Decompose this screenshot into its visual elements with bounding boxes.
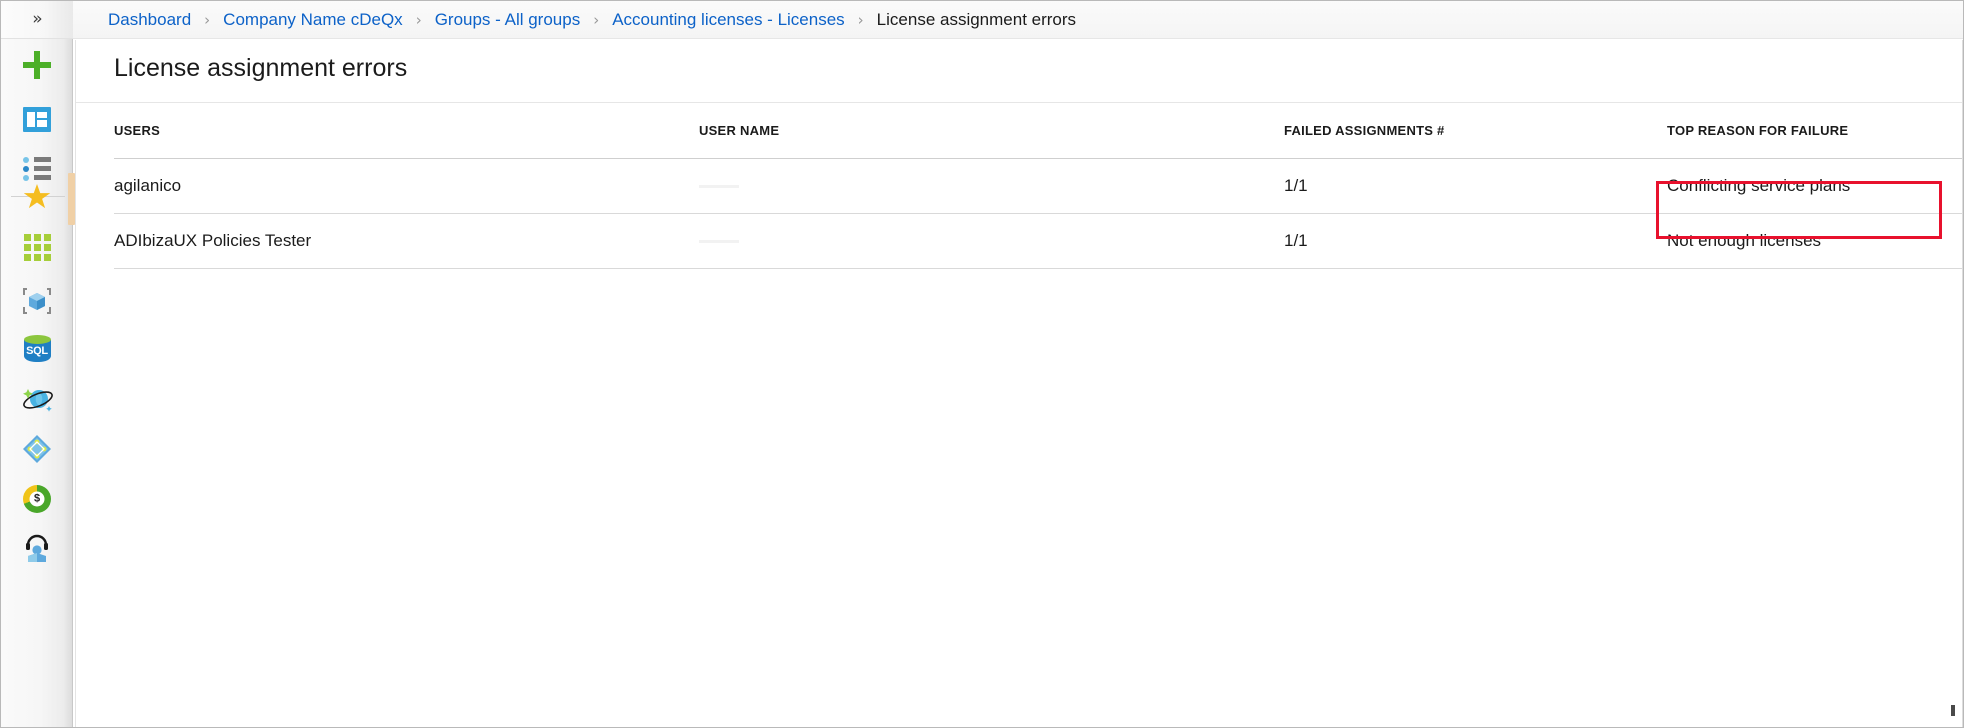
rail-active-accent <box>68 173 75 225</box>
cost-management-donut-icon <box>23 485 51 513</box>
help-support-icon <box>23 533 51 563</box>
breadcrumb-item-company-name[interactable]: Company Name cDeQx <box>223 10 403 30</box>
breadcrumb-item-groups-all-groups[interactable]: Groups - All groups <box>435 10 581 30</box>
rail-item-all-services[interactable] <box>1 223 73 271</box>
cell-users: agilanico <box>114 176 182 195</box>
breadcrumb-item-dashboard[interactable]: Dashboard <box>108 10 191 30</box>
table-row[interactable]: ADIbizaUX Policies Tester 1/1 Not enough… <box>114 214 1964 269</box>
rail-item-cost-management-billing[interactable] <box>1 475 73 523</box>
dashboard-icon <box>23 106 51 132</box>
column-header-users[interactable]: USERS <box>114 123 699 138</box>
portal-left-navigation-rail: » SQL $ <box>1 1 75 727</box>
table-header-row: USERS USER NAME FAILED ASSIGNMENTS # TOP… <box>114 103 1964 159</box>
column-header-top-reason-for-failure[interactable]: TOP REASON FOR FAILURE <box>1667 123 1964 138</box>
text-cursor-artifact <box>1951 705 1955 716</box>
breadcrumb-item-accounting-licenses[interactable]: Accounting licenses - Licenses <box>612 10 844 30</box>
rail-item-azure-cosmos-db[interactable] <box>1 376 73 424</box>
cell-top-reason: Conflicting service plans <box>1667 176 1851 195</box>
azure-portal-window: » SQL $ Dashboard › Company Name cDeQx ›… <box>0 0 1964 728</box>
breadcrumb-separator-icon: › <box>415 10 422 29</box>
rail-item-dashboard[interactable] <box>1 95 73 143</box>
redaction-mark <box>699 240 739 244</box>
sql-database-icon: SQL <box>23 335 51 365</box>
page-title: License assignment errors <box>114 54 408 82</box>
breadcrumb-separator-icon: › <box>857 10 864 29</box>
cell-user-name <box>699 231 1284 251</box>
rail-item-help-support[interactable] <box>1 524 73 572</box>
azure-active-directory-icon <box>21 433 53 465</box>
breadcrumb-separator-icon: › <box>593 10 600 29</box>
column-header-user-name[interactable]: USER NAME <box>699 123 1284 138</box>
breadcrumb-separator-icon: › <box>204 10 211 29</box>
cell-top-reason: Not enough licenses <box>1667 231 1822 250</box>
breadcrumb-item-license-assignment-errors: License assignment errors <box>876 9 1077 29</box>
cell-user-name <box>699 176 1284 196</box>
license-errors-table: USERS USER NAME FAILED ASSIGNMENTS # TOP… <box>114 103 1964 269</box>
blade-right-edge <box>1962 40 1963 728</box>
license-assignment-errors-blade: License assignment errors USERS USER NAM… <box>74 39 1964 728</box>
plus-icon <box>22 50 52 80</box>
cell-failed-assignments: 1/1 <box>1284 176 1308 195</box>
rail-item-azure-active-directory[interactable] <box>1 425 73 473</box>
double-chevron-right-icon: » <box>32 9 42 29</box>
rail-item-resource-groups[interactable] <box>1 277 73 325</box>
star-icon <box>23 184 51 209</box>
rail-item-favorites[interactable] <box>1 173 73 221</box>
column-header-failed-assignments[interactable]: FAILED ASSIGNMENTS # <box>1284 123 1667 138</box>
table-row[interactable]: agilanico 1/1 Conflicting service plans <box>114 159 1964 214</box>
resource-cube-icon <box>22 286 52 316</box>
cosmos-db-planet-icon <box>21 385 53 415</box>
rail-item-sql-databases[interactable]: SQL <box>1 326 73 374</box>
redaction-mark <box>699 185 739 189</box>
show-portal-menu-button[interactable]: » <box>1 1 73 39</box>
cell-users: ADIbizaUX Policies Tester <box>114 231 312 250</box>
breadcrumb: Dashboard › Company Name cDeQx › Groups … <box>73 1 1963 39</box>
grid-icon <box>23 233 51 261</box>
cell-failed-assignments: 1/1 <box>1284 231 1308 250</box>
rail-item-create-a-resource[interactable] <box>1 41 73 89</box>
